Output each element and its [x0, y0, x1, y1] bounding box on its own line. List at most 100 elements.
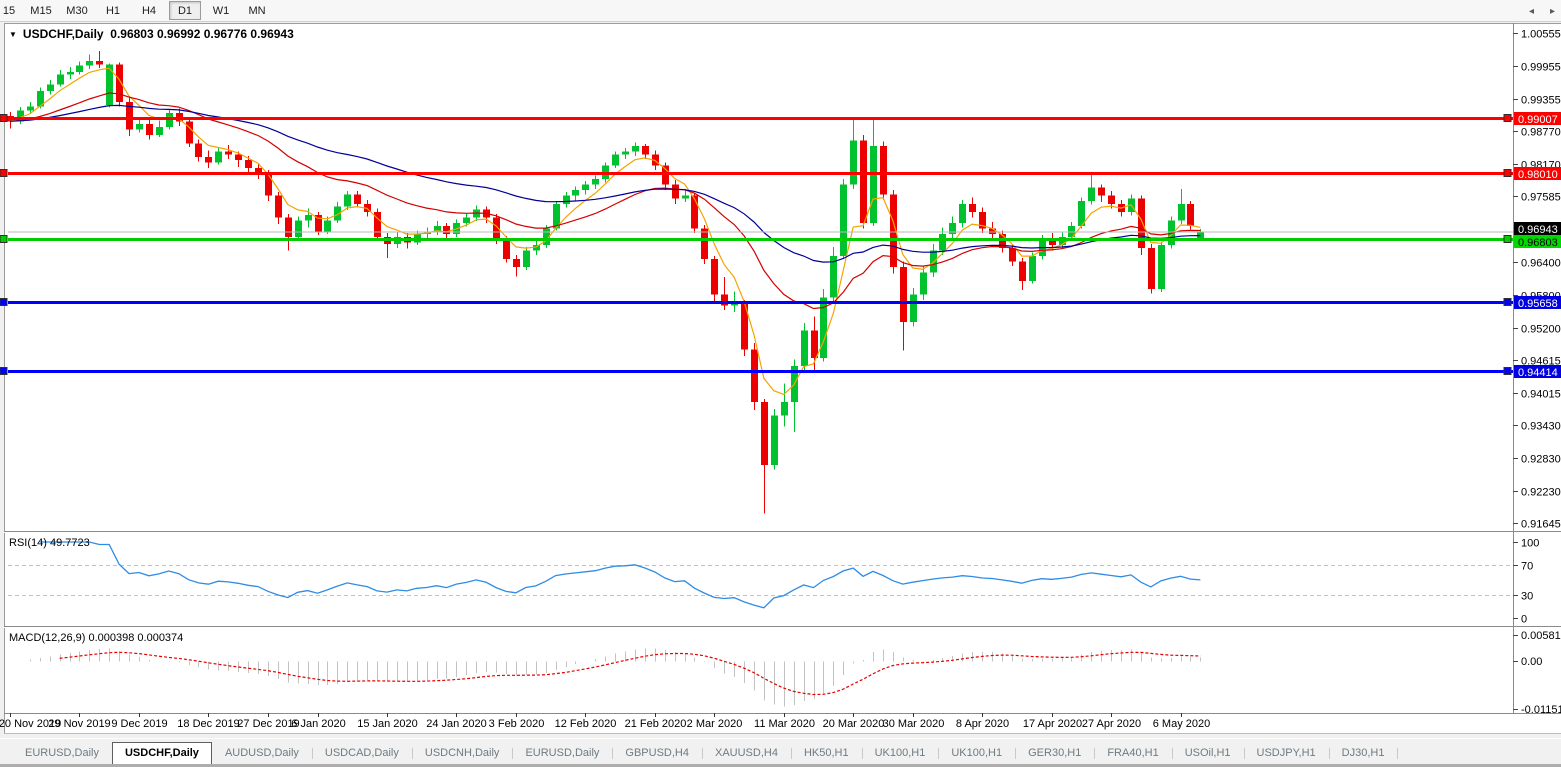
rsi-axis-label: 0 — [1521, 614, 1527, 626]
date-axis-label: 24 Jan 2020 — [426, 718, 487, 730]
candle — [682, 196, 689, 199]
timeframe-button-w1[interactable]: W1 — [205, 1, 237, 20]
candle — [751, 350, 758, 402]
candle — [642, 146, 649, 154]
chevron-down-icon[interactable]: ▼ — [9, 30, 17, 39]
candle — [47, 84, 54, 91]
tab-ger30-h1[interactable]: GER30,H1 — [1015, 743, 1094, 764]
candle — [582, 185, 589, 191]
date-axis-label: 6 May 2020 — [1153, 718, 1210, 730]
candle — [1009, 248, 1016, 262]
candle — [1088, 187, 1095, 201]
tab-uk100-h1[interactable]: UK100,H1 — [938, 743, 1015, 764]
tab-usdjpy-h1[interactable]: USDJPY,H1 — [1244, 743, 1329, 764]
date-axis-label: 30 Mar 2020 — [883, 718, 945, 730]
hline-badge-0.99007: 0.99007 — [1514, 112, 1561, 126]
candle — [1098, 187, 1105, 195]
candle — [969, 204, 976, 212]
tab-usdcnh-daily[interactable]: USDCNH,Daily — [412, 743, 513, 764]
candle — [572, 190, 579, 196]
candle — [1029, 256, 1036, 281]
candle — [701, 229, 708, 259]
scroll-right-icon[interactable]: ▸ — [1550, 7, 1555, 17]
price-axis-label: 0.92830 — [1521, 454, 1561, 466]
tab-dj30-h1[interactable]: DJ30,H1 — [1329, 743, 1398, 764]
mt4-terminal: 15M15M30H1H4D1W1MN 1.005550.999550.99355… — [0, 0, 1561, 767]
tab-usoil-h1[interactable]: USOil,H1 — [1172, 743, 1244, 764]
date-axis-label: 2 Mar 2020 — [687, 718, 743, 730]
candle — [1187, 204, 1194, 226]
price-axis-label: 0.91645 — [1521, 519, 1561, 531]
timeframe-button-m30[interactable]: M30 — [61, 1, 93, 20]
candle — [443, 226, 450, 234]
candle — [295, 220, 302, 237]
candle — [503, 240, 510, 259]
candle — [76, 66, 83, 72]
candle — [850, 141, 857, 185]
tab-usdcad-daily[interactable]: USDCAD,Daily — [312, 743, 412, 764]
tab-eurusd-daily[interactable]: EURUSD,Daily — [12, 743, 112, 764]
rsi-axis-label: 100 — [1521, 538, 1539, 550]
tab-eurusd-daily[interactable]: EURUSD,Daily — [512, 743, 612, 764]
rsi-axis-label: 30 — [1521, 591, 1533, 603]
macd-axis-label: 0.00 — [1521, 656, 1542, 668]
price-axis-label: 0.96400 — [1521, 258, 1561, 270]
timeframe-button-15[interactable]: 15 — [0, 1, 21, 20]
candle — [622, 152, 629, 155]
tab-gbpusd-h4[interactable]: GBPUSD,H4 — [612, 743, 702, 764]
timeframe-button-mn[interactable]: MN — [241, 1, 273, 20]
svg-text:0.96943: 0.96943 — [1518, 224, 1558, 236]
tab-fra40-h1[interactable]: FRA40,H1 — [1094, 743, 1171, 764]
candle — [1148, 248, 1155, 289]
hline-badge-0.98010: 0.98010 — [1514, 167, 1561, 181]
candle — [86, 61, 93, 66]
rsi-axis-label: 70 — [1521, 561, 1533, 573]
date-axis-label: 27 Apr 2020 — [1082, 718, 1141, 730]
candle — [225, 152, 232, 155]
svg-text:0.94414: 0.94414 — [1518, 367, 1558, 379]
candle — [344, 194, 351, 206]
candle — [910, 295, 917, 323]
candle — [1178, 204, 1185, 221]
date-axis-label: 8 Apr 2020 — [956, 718, 1009, 730]
timeframe-button-h4[interactable]: H4 — [133, 1, 165, 20]
timeframe-button-d1[interactable]: D1 — [169, 1, 201, 20]
hline-badge-0.94414: 0.94414 — [1514, 365, 1561, 379]
timeframe-button-m15[interactable]: M15 — [25, 1, 57, 20]
candle — [563, 196, 570, 204]
candle — [285, 218, 292, 237]
candle — [939, 234, 946, 251]
tab-usdchf-daily[interactable]: USDCHF,Daily — [112, 742, 212, 765]
candle — [592, 179, 599, 185]
candle — [711, 259, 718, 295]
candle — [811, 330, 818, 358]
macd-indicator-label: MACD(12,26,9) 0.000398 0.000374 — [9, 632, 183, 644]
tab-uk100-h1[interactable]: UK100,H1 — [862, 743, 939, 764]
price-axis-label: 0.94015 — [1521, 389, 1561, 401]
candle — [880, 146, 887, 194]
candle — [632, 146, 639, 152]
chart-tab-bar: EURUSD,DailyUSDCHF,DailyAUDUSD,DailyUSDC… — [0, 738, 1561, 765]
chart-canvas[interactable]: 1.005550.999550.993550.987700.981700.975… — [0, 0, 1561, 738]
date-axis-label: 29 Nov 2019 — [48, 718, 110, 730]
date-axis-label: 12 Feb 2020 — [555, 718, 617, 730]
chart-title-text: USDCHF,Daily 0.96803 0.96992 0.96776 0.9… — [23, 27, 294, 41]
candle — [513, 259, 520, 267]
tab-audusd-daily[interactable]: AUDUSD,Daily — [212, 743, 312, 764]
date-axis-label: 21 Feb 2020 — [625, 718, 687, 730]
svg-text:0.99007: 0.99007 — [1518, 114, 1558, 126]
tab-hk50-h1[interactable]: HK50,H1 — [791, 743, 862, 764]
candle — [771, 416, 778, 466]
timeframe-toolbar: 15M15M30H1H4D1W1MN — [0, 0, 1561, 22]
candle — [136, 124, 143, 130]
scroll-left-icon[interactable]: ◂ — [1529, 7, 1534, 17]
chart-title: ▼ USDCHF,Daily 0.96803 0.96992 0.96776 0… — [9, 27, 294, 41]
candle — [186, 121, 193, 143]
timeframe-button-h1[interactable]: H1 — [97, 1, 129, 20]
candle — [523, 251, 530, 268]
tab-xauusd-h4[interactable]: XAUUSD,H4 — [702, 743, 791, 764]
candle — [195, 143, 202, 157]
candle — [1158, 245, 1165, 289]
price-axis-label: 0.95200 — [1521, 324, 1561, 336]
candle — [205, 157, 212, 163]
